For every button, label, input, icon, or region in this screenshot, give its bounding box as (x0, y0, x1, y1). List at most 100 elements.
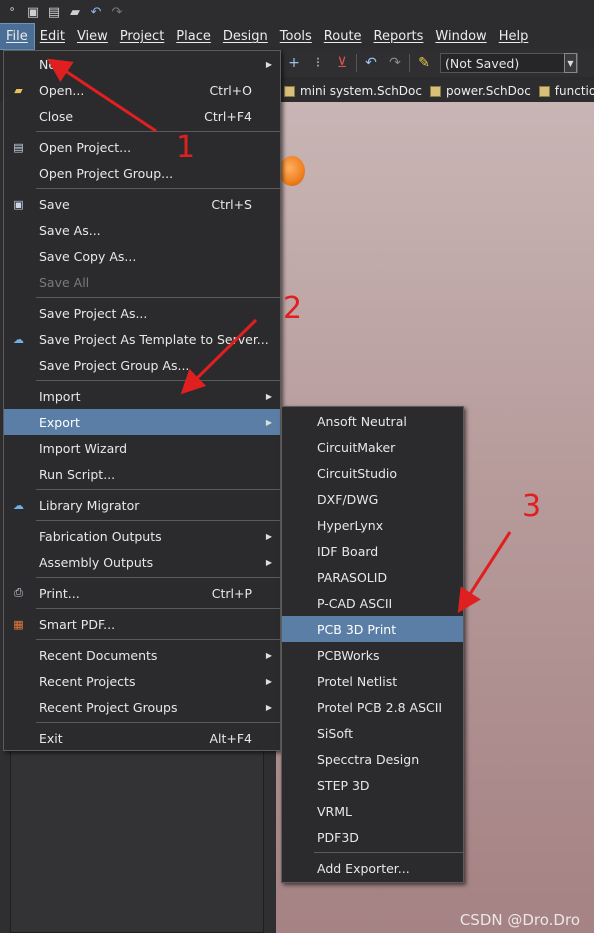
menu-item-import[interactable]: Import ▶ (4, 383, 280, 409)
export-item-circuitmaker[interactable]: CircuitMaker (282, 434, 463, 460)
menu-item-library-migrator[interactable]: ☁ Library Migrator (4, 492, 280, 518)
toolbar-divider (409, 54, 410, 72)
file-menu: New ▶ ▰ Open... Ctrl+O Close Ctrl+F4 ▤ Open P… (3, 50, 281, 751)
menu-item-close[interactable]: Close Ctrl+F4 (4, 103, 280, 129)
undo-icon[interactable]: ↶ (361, 53, 381, 73)
save-all-icon[interactable]: ▤ (45, 3, 63, 21)
menu-item-open[interactable]: ▰ Open... Ctrl+O (4, 77, 280, 103)
menu-item-save[interactable]: ▣ Save Ctrl+S (4, 191, 280, 217)
export-item-parasolid[interactable]: PARASOLID (282, 564, 463, 590)
export-item-vrml[interactable]: VRML (282, 798, 463, 824)
export-item-pcb-3d-print[interactable]: PCB 3D Print (282, 616, 463, 642)
menu-item-assembly-outputs[interactable]: Assembly Outputs ▶ (4, 549, 280, 575)
export-item-pdf3d[interactable]: PDF3D (282, 824, 463, 850)
menu-item-save-project-template[interactable]: ☁ Save Project As Template to Server... (4, 326, 280, 352)
redo-icon[interactable]: ↷ (108, 3, 126, 21)
document-tabs: mini system.SchDoc power.SchDoc function… (280, 80, 594, 102)
menu-item-save-copy-as[interactable]: Save Copy As... (4, 243, 280, 269)
tab-power[interactable]: power.SchDoc (429, 84, 535, 98)
menu-item-label: Run Script... (39, 466, 116, 482)
menu-item-smart-pdf[interactable]: ▦ Smart PDF... (4, 611, 280, 637)
undo-icon[interactable]: ↶ (87, 3, 105, 21)
annotation-number-2: 2 (283, 291, 303, 326)
menu-item-recent-projects[interactable]: Recent Projects ▶ (4, 668, 280, 694)
export-item-protel-netlist[interactable]: Protel Netlist (282, 668, 463, 694)
menu-bar: File Edit View Project Place Design Tool… (0, 23, 594, 50)
variant-icon[interactable]: ✎ (414, 53, 434, 73)
menu-view[interactable]: View (71, 24, 114, 49)
menu-item-label: Library Migrator (39, 497, 140, 513)
menu-item-label: Save Project As... (39, 305, 148, 321)
grid-dots-icon[interactable]: ⁝ (308, 53, 328, 73)
menu-item-recent-project-groups[interactable]: Recent Project Groups ▶ (4, 694, 280, 720)
printer-icon: ⎙ (14, 586, 23, 599)
menu-item-save-project-group-as[interactable]: Save Project Group As... (4, 352, 280, 378)
export-item-specctra-design[interactable]: Specctra Design (282, 746, 463, 772)
menu-window[interactable]: Window (429, 24, 492, 49)
add-icon[interactable]: + (284, 53, 304, 73)
menu-item-fabrication-outputs[interactable]: Fabrication Outputs ▶ (4, 523, 280, 549)
save-icon[interactable]: ▣ (24, 3, 42, 21)
menu-reports[interactable]: Reports (368, 24, 430, 49)
menu-divider (36, 188, 280, 189)
tab-label: power.SchDoc (445, 84, 531, 98)
menu-item-print[interactable]: ⎙ Print... Ctrl+P (4, 580, 280, 606)
open-icon[interactable]: ▰ (66, 3, 84, 21)
menu-item-export[interactable]: Export ▶ (4, 409, 280, 435)
project-icon: ▤ (13, 140, 24, 154)
menu-divider (36, 489, 280, 490)
clear-filter-icon[interactable]: ⊻ (332, 53, 352, 73)
schematic-doc-icon (429, 85, 441, 97)
menu-item-save-project-as[interactable]: Save Project As... (4, 300, 280, 326)
menu-item-save-as[interactable]: Save As... (4, 217, 280, 243)
submenu-arrow-icon: ▶ (265, 557, 272, 567)
chevron-down-icon[interactable]: ▼ (564, 53, 577, 73)
export-item-pcbworks[interactable]: PCBWorks (282, 642, 463, 668)
export-item-ansoft-neutral[interactable]: Ansoft Neutral (282, 408, 463, 434)
title-bar: ᐤ ▣ ▤ ▰ ↶ ↷ (0, 0, 594, 24)
menu-item-run-script[interactable]: Run Script... (4, 461, 280, 487)
export-item-add-exporter[interactable]: Add Exporter... (282, 855, 463, 881)
menu-project[interactable]: Project (114, 24, 170, 49)
export-item-pcad-ascii[interactable]: P-CAD ASCII (282, 590, 463, 616)
submenu-arrow-icon: ▶ (265, 676, 272, 686)
tab-function[interactable]: function.Sch (538, 84, 594, 98)
app-logo-icon: ᐤ (9, 4, 15, 20)
export-item-step-3d[interactable]: STEP 3D (282, 772, 463, 798)
menu-item-label: Save Project Group As... (39, 357, 190, 373)
export-item-protel-pcb-ascii[interactable]: Protel PCB 2.8 ASCII (282, 694, 463, 720)
menu-help[interactable]: Help (493, 24, 535, 49)
schematic-doc-icon (538, 85, 550, 97)
menu-item-label: Open Project... (39, 139, 132, 155)
export-item-circuitstudio[interactable]: CircuitStudio (282, 460, 463, 486)
panel-content-area (10, 740, 264, 933)
cloud-icon: ☁ (13, 498, 24, 512)
export-item-sisoft[interactable]: SiSoft (282, 720, 463, 746)
menu-item-label: Assembly Outputs (39, 554, 154, 570)
export-item-hyperlynx[interactable]: HyperLynx (282, 512, 463, 538)
menu-item-open-project[interactable]: ▤ Open Project... (4, 134, 280, 160)
menu-item-label: Import (39, 388, 81, 404)
menu-item-import-wizard[interactable]: Import Wizard (4, 435, 280, 461)
menu-item-exit[interactable]: Exit Alt+F4 (4, 725, 280, 751)
schematic-doc-icon (284, 85, 295, 97)
menu-divider (36, 722, 280, 723)
menu-item-new[interactable]: New ▶ (4, 51, 280, 77)
menu-item-save-all: Save All (4, 269, 280, 295)
menu-edit[interactable]: Edit (34, 24, 71, 49)
menu-route[interactable]: Route (318, 24, 368, 49)
menu-item-label: Recent Documents (39, 647, 158, 663)
export-item-dxf-dwg[interactable]: DXF/DWG (282, 486, 463, 512)
submenu-arrow-icon: ▶ (265, 650, 272, 660)
menu-tools[interactable]: Tools (274, 24, 318, 49)
menu-file[interactable]: File (0, 23, 35, 50)
menu-design[interactable]: Design (217, 24, 274, 49)
export-item-idf-board[interactable]: IDF Board (282, 538, 463, 564)
variant-select[interactable]: (Not Saved) ▼ (440, 53, 578, 73)
menu-place[interactable]: Place (170, 24, 217, 49)
menu-item-open-project-group[interactable]: Open Project Group... (4, 160, 280, 186)
variant-select-value: (Not Saved) (445, 55, 520, 71)
tab-mini-system[interactable]: mini system.SchDoc (284, 84, 426, 98)
redo-icon[interactable]: ↷ (385, 53, 405, 73)
menu-item-recent-documents[interactable]: Recent Documents ▶ (4, 642, 280, 668)
